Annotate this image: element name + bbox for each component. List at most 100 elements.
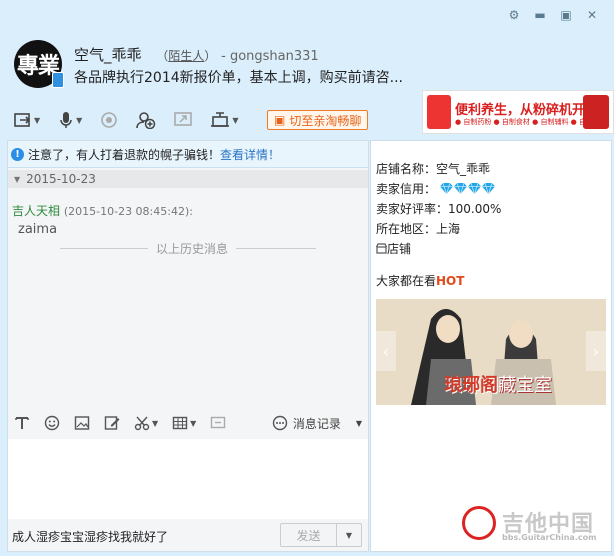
- ad-title: 便利养生，从粉碎机开始: [455, 103, 599, 118]
- contact-header: 空气_乖乖 （陌生人） - gongshan331: [74, 44, 319, 65]
- message-records-icon: [272, 415, 288, 431]
- table-icon: [172, 416, 188, 430]
- date-label: 2015-10-23: [26, 172, 96, 186]
- remote-assist-button[interactable]: ▼: [210, 111, 238, 129]
- seller-rating-value: 100.00%: [448, 202, 502, 216]
- window-controls: ⚙ ▬ ▣ ✕: [506, 7, 600, 23]
- emoji-button[interactable]: [44, 415, 60, 431]
- seller-credit-label: 卖家信用：: [376, 182, 437, 196]
- collapse-triangle-icon: ▼: [14, 174, 21, 184]
- send-button-group: 发送 ▼: [280, 523, 362, 547]
- hot-badge: HOT: [436, 274, 465, 288]
- chevron-down-icon: ▼: [232, 115, 239, 125]
- watermark-logo-icon: [462, 506, 496, 540]
- diamond-icon: [467, 183, 481, 194]
- ad-banner[interactable]: 便利养生，从粉碎机开始 ● 自制药粉 ● 自制食材 ● 自制辅料 ● 自制药粉: [422, 90, 614, 134]
- date-divider[interactable]: ▼ 2015-10-23: [8, 170, 368, 188]
- contact-signature: 各品牌执行2014新报价单，基本上调，购买前请咨...: [74, 70, 403, 86]
- divider-line: [59, 247, 148, 249]
- table-button[interactable]: ▼: [172, 415, 196, 431]
- draft-text: 成人湿疹宝宝湿疹找我就好了: [12, 530, 169, 544]
- notice-link[interactable]: 查看详情！: [220, 146, 280, 163]
- chat-window: ⚙ ▬ ▣ ✕ 專業 空气_乖乖 （陌生人） - gongshan331 各品牌…: [0, 0, 614, 556]
- contact-account: - gongshan331: [221, 49, 319, 64]
- diamond-icon: [481, 183, 495, 194]
- font-icon: [15, 417, 29, 429]
- info-icon: !: [11, 147, 24, 161]
- banner-brand: 琅琊阁藏宝室: [444, 371, 552, 397]
- chat-toolbar: ▼ ▼ ▼: [14, 111, 238, 129]
- diamond-rating: [436, 182, 496, 196]
- banner-brand-sub: 藏宝室: [498, 375, 552, 396]
- send-button[interactable]: 发送: [281, 524, 337, 546]
- screenshot-icon: [211, 416, 226, 429]
- image-button[interactable]: [74, 415, 90, 431]
- screen-share-button[interactable]: [174, 111, 193, 129]
- close-icon[interactable]: ✕: [584, 7, 600, 23]
- location-value: 上海: [436, 222, 461, 236]
- store-link-row[interactable]: 店铺: [375, 239, 501, 259]
- chevron-down-icon: ▼: [76, 115, 83, 125]
- avatar[interactable]: 專業: [14, 40, 64, 88]
- banner-brand-title: 琅琊阁: [444, 375, 498, 396]
- stranger-tag: （陌生人）: [156, 49, 217, 63]
- watermark-url: bbs.GuitarChina.com: [502, 533, 597, 542]
- trending-label: 大家都在看: [376, 274, 437, 288]
- minimize-icon[interactable]: ▬: [532, 7, 548, 23]
- security-notice: ! 注意了，有人打着退款的幌子骗钱！ 查看详情！: [8, 141, 368, 168]
- chevron-down-icon: ▼: [34, 115, 41, 125]
- edit-button[interactable]: [104, 415, 120, 431]
- diamond-icon: [453, 183, 467, 194]
- message-time: (2015-10-23 08:45:42):: [63, 205, 193, 218]
- add-contact-icon: [136, 112, 156, 129]
- font-button[interactable]: [14, 415, 30, 431]
- chevron-down-icon: ▼: [355, 418, 362, 428]
- switch-taobao-label: 切至亲淘畅聊: [289, 113, 362, 128]
- store-icon: [375, 243, 388, 254]
- trending-title: 大家都在看HOT: [376, 272, 464, 289]
- seller-rating-row: 卖家好评率：100.00%: [376, 199, 501, 219]
- chevron-down-icon: ▼: [152, 418, 159, 428]
- shop-name-row: 店铺名称：空气_乖乖: [376, 159, 501, 179]
- file-send-button[interactable]: ▼: [14, 112, 40, 128]
- message-header: 吉人天相 (2015-10-23 08:45:42):: [12, 202, 193, 219]
- chat-panel: ! 注意了，有人打着退款的幌子骗钱！ 查看详情！ ▼ 2015-10-23 吉人…: [7, 140, 369, 552]
- seller-rating-label: 卖家好评率：: [376, 202, 449, 216]
- scissors-icon: [134, 416, 150, 431]
- file-send-icon: [14, 113, 31, 127]
- stranger-label[interactable]: 陌生人: [168, 49, 204, 63]
- contact-name[interactable]: 空气_乖乖: [74, 46, 142, 64]
- watermark: 吉他中国 bbs.GuitarChina.com: [462, 504, 612, 548]
- switch-taobao-button[interactable]: ▣ 切至亲淘畅聊: [267, 110, 369, 130]
- remote-assist-icon: [211, 112, 230, 127]
- chevron-down-icon: ▼: [345, 530, 353, 540]
- screenshot-button[interactable]: [210, 415, 226, 431]
- add-contact-button[interactable]: [136, 111, 156, 129]
- scissors-button[interactable]: ▼: [134, 415, 158, 431]
- message-records-button[interactable]: 消息记录 ▼: [272, 409, 362, 437]
- maximize-icon[interactable]: ▣: [558, 7, 574, 23]
- gear-icon[interactable]: ⚙: [506, 7, 522, 23]
- voice-button[interactable]: ▼: [58, 111, 82, 129]
- message-input[interactable]: [8, 439, 368, 519]
- carousel-next-button[interactable]: ›: [586, 331, 606, 371]
- location-row: 所在地区：上海: [376, 219, 501, 239]
- send-options-button[interactable]: ▼: [337, 524, 361, 546]
- chevron-down-icon: ▼: [190, 418, 197, 428]
- shop-name-label: 店铺名称：: [376, 162, 437, 176]
- promo-carousel[interactable]: ‹ › 琅琊阁藏宝室: [376, 299, 606, 405]
- chat-bubble-icon: ▣: [274, 113, 286, 127]
- seller-credit-row: 卖家信用：: [376, 179, 501, 199]
- video-button[interactable]: [100, 111, 118, 129]
- ad-image-right: [583, 95, 609, 129]
- edit-icon: [104, 416, 120, 430]
- location-label: 所在地区：: [376, 222, 437, 236]
- message-sender[interactable]: 吉人天相: [12, 204, 60, 218]
- notice-text: 注意了，有人打着退款的幌子骗钱！: [28, 147, 221, 162]
- mobile-device-icon: [52, 72, 64, 88]
- message-records-label: 消息记录: [292, 416, 341, 431]
- diamond-icon: [439, 183, 453, 194]
- history-label: 以上历史消息: [155, 241, 228, 256]
- ad-image-left: [427, 95, 451, 129]
- carousel-prev-button[interactable]: ‹: [376, 331, 396, 371]
